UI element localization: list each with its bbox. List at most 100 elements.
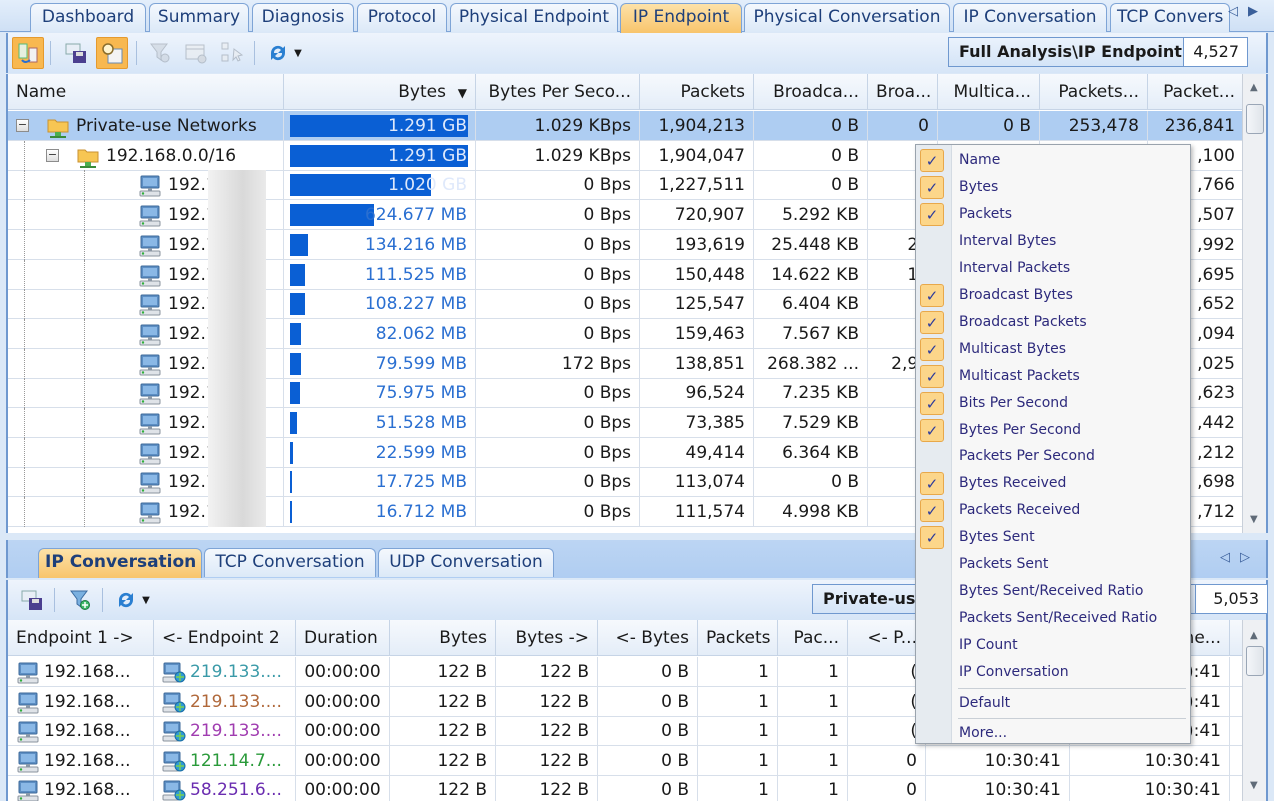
cell-ep1: 192.168... bbox=[8, 686, 154, 717]
menu-item-bytes-received[interactable]: ✓ Bytes Received bbox=[916, 470, 1190, 497]
filter-add-icon[interactable] bbox=[144, 37, 176, 69]
tree-guide-line bbox=[24, 259, 25, 290]
filter-add-icon[interactable] bbox=[64, 584, 96, 616]
refresh-dropdown-arrow-icon[interactable]: ▼ bbox=[138, 584, 154, 616]
cell-packets: 1 bbox=[698, 657, 778, 687]
table-row[interactable]: 192.168... 121.14.7... 00:00:00 122 B 122 B 0… bbox=[8, 745, 1242, 776]
col-header-duration[interactable]: Duration bbox=[296, 620, 390, 656]
table-row[interactable]: − Private-use Networks 1.291 GB 1.029 KBps 1… bbox=[8, 111, 1244, 141]
tab-protocol[interactable]: Protocol bbox=[357, 3, 447, 32]
menu-item-bytes-sent-received-ratio[interactable]: Bytes Sent/Received Ratio bbox=[916, 578, 1190, 605]
tab-physical-endpoint[interactable]: Physical Endpoint bbox=[450, 3, 618, 32]
cell-pk-a: 253,478 bbox=[1040, 111, 1148, 141]
tree-guide-line bbox=[84, 467, 85, 498]
menu-item-packets-sent[interactable]: Packets Sent bbox=[916, 551, 1190, 578]
menu-item-interval-packets[interactable]: Interval Packets bbox=[916, 255, 1190, 282]
tab-tcp-conversation[interactable]: TCP Conversation bbox=[204, 548, 376, 577]
column-add-icon[interactable] bbox=[180, 37, 212, 69]
tab-tcp-convers[interactable]: TCP Convers bbox=[1110, 3, 1230, 32]
cell-bytes: 1.291 GB bbox=[284, 111, 476, 141]
menu-item-ip-count[interactable]: IP Count bbox=[916, 632, 1190, 659]
col-header-bytes-per-seco-[interactable]: Bytes Per Seco... bbox=[476, 74, 640, 110]
menu-item-more[interactable]: More... bbox=[916, 720, 1190, 747]
cell-value: 219.133.... bbox=[190, 662, 282, 682]
node-display-icon[interactable] bbox=[12, 37, 44, 69]
tree-select-icon[interactable] bbox=[216, 37, 248, 69]
cell-packets: 1,904,213 bbox=[640, 111, 754, 141]
cell-value: 1.029 KBps bbox=[534, 145, 631, 166]
tab-summary[interactable]: Summary bbox=[149, 3, 249, 32]
cell-value: 1 bbox=[828, 780, 839, 800]
col-header-pac[interactable]: Pac... bbox=[778, 620, 848, 656]
col-header-packet-[interactable]: Packet... bbox=[1148, 74, 1244, 110]
col-header-packets-[interactable]: Packets... bbox=[1040, 74, 1148, 110]
tree-guide-line bbox=[24, 140, 25, 171]
menu-item-multicast-bytes[interactable]: ✓ Multicast Bytes bbox=[916, 336, 1190, 363]
menu-item-packets-per-second[interactable]: Packets Per Second bbox=[916, 443, 1190, 470]
menu-item-interval-bytes[interactable]: Interval Bytes bbox=[916, 228, 1190, 255]
col-header-endpoint-2[interactable]: <- Endpoint 2 bbox=[154, 620, 296, 656]
menu-item-bits-per-second[interactable]: ✓ Bits Per Second bbox=[916, 390, 1190, 417]
tab-scroll-left-icon[interactable]: ◁ bbox=[1228, 4, 1248, 19]
tab-udp-conversation[interactable]: UDP Conversation bbox=[378, 548, 554, 577]
menu-item-packets[interactable]: ✓ Packets bbox=[916, 201, 1190, 228]
cell-ep1: 192.168... bbox=[8, 716, 154, 746]
cell-packets: 111,574 bbox=[640, 497, 754, 528]
save-icon[interactable] bbox=[60, 37, 92, 69]
cell-ep2: 219.133.... bbox=[154, 657, 296, 687]
tab-diagnosis[interactable]: Diagnosis bbox=[252, 3, 354, 32]
menu-item-broadcast-packets[interactable]: ✓ Broadcast Packets bbox=[916, 309, 1190, 336]
refresh-dropdown-arrow-icon[interactable]: ▼ bbox=[290, 37, 306, 69]
menu-item-ip-conversation[interactable]: IP Conversation bbox=[916, 659, 1190, 686]
tab-ip-endpoint[interactable]: IP Endpoint bbox=[620, 3, 742, 33]
col-header-label: Packet... bbox=[1163, 82, 1235, 102]
tab-ip-conversation[interactable]: IP Conversation bbox=[953, 3, 1107, 32]
conversation-scrollbar[interactable]: ▲ ▼ bbox=[1242, 620, 1266, 801]
cell-name: 192.168 bbox=[8, 497, 284, 528]
col-header-packets[interactable]: Packets bbox=[640, 74, 754, 110]
cell-value: ,652 bbox=[1197, 294, 1235, 315]
tab-scroll-left-icon[interactable]: ◁ bbox=[1220, 550, 1240, 565]
col-header-bytes[interactable]: Bytes bbox=[390, 620, 496, 656]
tab-scroll-arrows[interactable]: ◁▶ bbox=[1228, 4, 1268, 19]
tab-scroll-right-icon[interactable]: ▶ bbox=[1248, 4, 1268, 19]
menu-item-multicast-packets[interactable]: ✓ Multicast Packets bbox=[916, 363, 1190, 390]
conversation-scroll-thumb[interactable] bbox=[1246, 646, 1264, 676]
col-header-packets[interactable]: Packets bbox=[698, 620, 778, 656]
cell-name: 192.168 bbox=[8, 348, 284, 379]
sort-desc-icon[interactable]: ▼ bbox=[454, 86, 467, 100]
col-header-bytes[interactable]: Bytes ▼ bbox=[284, 74, 476, 110]
menu-item-bytes-sent[interactable]: ✓ Bytes Sent bbox=[916, 524, 1190, 551]
tab-dashboard[interactable]: Dashboard bbox=[30, 3, 146, 32]
cell-bps: 0 Bps bbox=[476, 259, 640, 290]
tab-ip-conversation[interactable]: IP Conversation bbox=[38, 548, 202, 578]
table-row[interactable]: 192.168... 58.251.6... 00:00:00 122 B 122 B 0… bbox=[8, 775, 1242, 801]
col-header-bytes[interactable]: <- Bytes bbox=[598, 620, 698, 656]
collapse-toggle-icon[interactable]: − bbox=[16, 119, 29, 132]
tab-scroll-arrows[interactable]: ◁▷ bbox=[1220, 550, 1260, 565]
cell-value: 122 B bbox=[437, 691, 487, 712]
col-header-multica-[interactable]: Multica... bbox=[938, 74, 1040, 110]
col-header-bytes[interactable]: Bytes -> bbox=[496, 620, 598, 656]
bytes-value: 22.599 MB bbox=[375, 442, 467, 463]
save-icon[interactable] bbox=[16, 584, 48, 616]
col-header-endpoint-1[interactable]: Endpoint 1 -> bbox=[8, 620, 154, 656]
menu-item-bytes-per-second[interactable]: ✓ Bytes Per Second bbox=[916, 417, 1190, 444]
menu-item-bytes[interactable]: ✓ Bytes bbox=[916, 174, 1190, 201]
menu-item-name[interactable]: ✓ Name bbox=[916, 147, 1190, 174]
tab-scroll-right-icon[interactable]: ▷ bbox=[1240, 550, 1260, 565]
menu-item-default[interactable]: Default bbox=[916, 690, 1190, 717]
menu-item-packets-received[interactable]: ✓ Packets Received bbox=[916, 497, 1190, 524]
cell-bytes: 122 B bbox=[390, 775, 496, 801]
col-header-broa-[interactable]: Broa... bbox=[868, 74, 938, 110]
menu-item-broadcast-bytes[interactable]: ✓ Broadcast Bytes bbox=[916, 282, 1190, 309]
endpoint-scroll-thumb[interactable] bbox=[1246, 104, 1264, 134]
endpoint-scrollbar[interactable]: ▲ ▼ bbox=[1242, 74, 1266, 533]
col-header-name[interactable]: Name bbox=[8, 74, 284, 110]
col-header-broadca-[interactable]: Broadca... bbox=[754, 74, 868, 110]
tab-physical-conversation[interactable]: Physical Conversation bbox=[744, 3, 950, 32]
bytes-value: 134.216 MB bbox=[364, 234, 467, 255]
collapse-toggle-icon[interactable]: − bbox=[46, 148, 59, 162]
menu-item-packets-sent-received-ratio[interactable]: Packets Sent/Received Ratio bbox=[916, 605, 1190, 632]
locate-icon[interactable] bbox=[96, 37, 128, 69]
